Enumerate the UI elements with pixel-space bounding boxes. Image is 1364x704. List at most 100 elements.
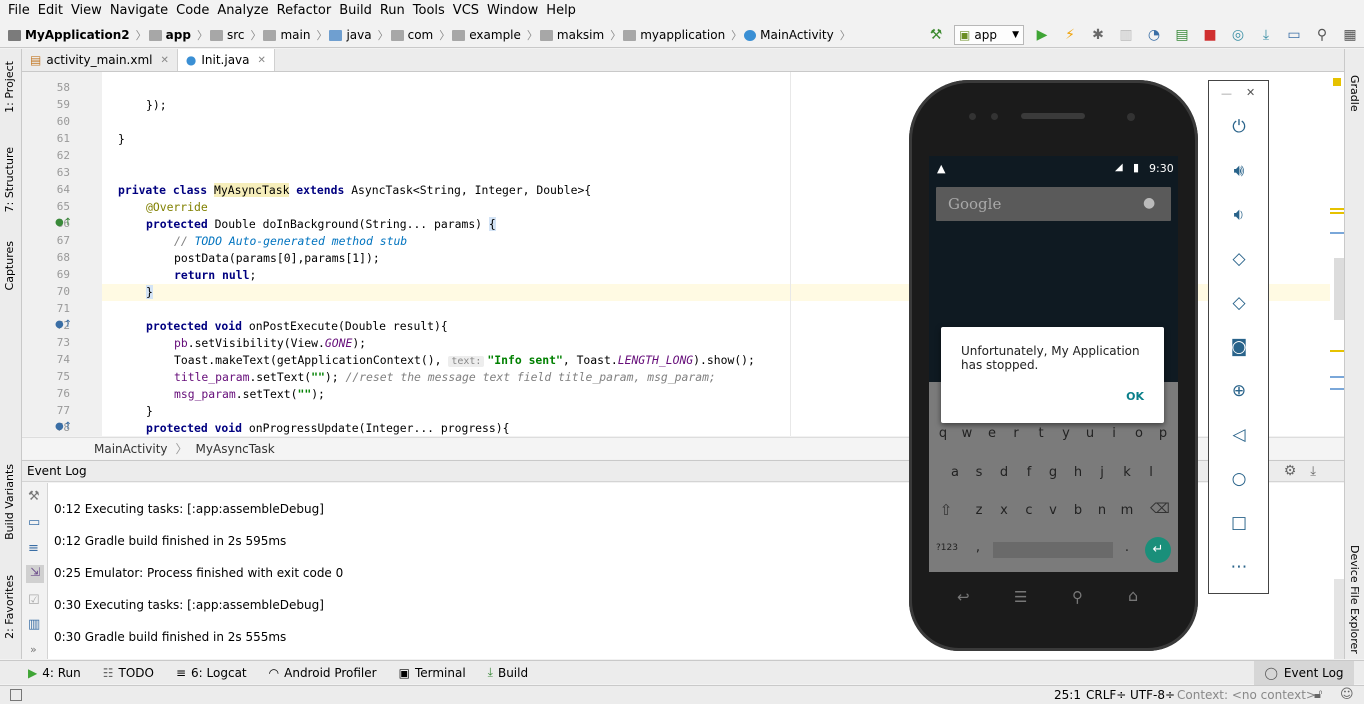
run-config-select[interactable]: ▣ app ▼ — [954, 25, 1024, 45]
rotate-left-icon[interactable]: ◇ — [1227, 247, 1251, 271]
zoom-icon[interactable]: ⊕ — [1227, 379, 1251, 403]
dialog-ok-button[interactable]: OK — [1126, 390, 1144, 403]
structure-tool-tab[interactable]: 7: Structure — [3, 147, 16, 212]
terminal-tool-button[interactable]: ▣ Terminal — [399, 666, 466, 680]
shift-key[interactable]: ⇧ — [935, 501, 957, 519]
more-icon[interactable]: ⋯ — [1227, 555, 1251, 579]
line-separator[interactable]: CRLF÷ — [1086, 688, 1126, 702]
menu-view[interactable]: View — [67, 0, 106, 22]
key-c[interactable]: c — [1018, 503, 1040, 518]
menu-icon[interactable]: ☰ — [1014, 588, 1027, 606]
key-t[interactable]: t — [1030, 426, 1052, 441]
gradle-tool-tab[interactable]: Gradle — [1348, 75, 1361, 112]
menu-edit[interactable]: Edit — [34, 0, 67, 22]
todo-tool-button[interactable]: ☷ TODO — [103, 666, 154, 680]
gear-icon[interactable]: ⚙ — [1284, 463, 1297, 479]
menu-build[interactable]: Build — [335, 0, 376, 22]
breadcrumb-mainactivity[interactable]: MainActivity — [94, 442, 168, 456]
override-marker-icon[interactable]: ●↑ — [55, 421, 72, 432]
key-x[interactable]: x — [993, 503, 1015, 518]
key-z[interactable]: z — [968, 503, 990, 518]
menu-refactor[interactable]: Refactor — [273, 0, 336, 22]
notifications-icon[interactable]: ☺ — [1340, 687, 1354, 702]
breadcrumb-mainactivity[interactable]: MainActivity 〉 — [744, 27, 851, 43]
home-icon[interactable]: ○ — [1227, 467, 1251, 491]
key-v[interactable]: v — [1042, 503, 1064, 518]
sync-icon[interactable]: ◎ — [1226, 24, 1250, 46]
build-variants-tool-tab[interactable]: Build Variants — [3, 464, 16, 540]
breadcrumb-myasynctask[interactable]: MyAsyncTask — [196, 442, 275, 456]
logcat-tool-button[interactable]: ≡ 6: Logcat — [176, 666, 247, 680]
key-n[interactable]: n — [1091, 503, 1113, 518]
key-g[interactable]: g — [1042, 465, 1064, 480]
menu-navigate[interactable]: Navigate — [106, 0, 172, 22]
backspace-key[interactable]: ⌫ — [1149, 501, 1171, 517]
key-s[interactable]: s — [968, 465, 990, 480]
caret-position[interactable]: 25:1 — [1054, 688, 1081, 702]
key-f[interactable]: f — [1018, 465, 1040, 480]
key-r[interactable]: r — [1005, 426, 1027, 441]
home-icon[interactable]: ⌂ — [1128, 586, 1138, 605]
override-marker-icon[interactable]: ●↑ — [55, 217, 72, 228]
key-q[interactable]: q — [932, 426, 954, 441]
key-y[interactable]: y — [1055, 426, 1077, 441]
device-file-explorer-tool-tab[interactable]: Device File Explorer — [1348, 545, 1361, 654]
breadcrumb-com[interactable]: com 〉 — [390, 27, 450, 43]
captures-tool-tab[interactable]: Captures — [3, 241, 16, 290]
volume-up-icon[interactable]: 🔊︎ — [1227, 159, 1251, 183]
tab-activity-main-xml[interactable]: ▤ activity_main.xml ✕ — [22, 49, 178, 71]
rotate-right-icon[interactable]: ◇ — [1227, 291, 1251, 315]
scroll-to-end-icon[interactable]: ⇲ — [26, 565, 44, 583]
run-icon[interactable]: ▶ — [1030, 24, 1054, 46]
period-key[interactable]: . — [1116, 540, 1138, 555]
breadcrumb-java[interactable]: java 〉 — [329, 27, 389, 43]
comma-key[interactable]: , — [967, 540, 989, 555]
key-j[interactable]: j — [1091, 465, 1113, 480]
enter-key[interactable]: ↵ — [1145, 537, 1171, 563]
warning-indicator[interactable] — [1333, 78, 1341, 86]
tool-window-toggle-icon[interactable] — [10, 689, 22, 701]
key-o[interactable]: o — [1128, 426, 1150, 441]
editor-error-stripe[interactable] — [1330, 72, 1344, 436]
key-l[interactable]: l — [1140, 465, 1162, 480]
split-icon[interactable]: ▦ — [1338, 24, 1362, 46]
space-key[interactable] — [993, 542, 1113, 558]
favorites-tool-tab[interactable]: 2: Favorites — [3, 575, 16, 639]
hide-icon[interactable]: ⤓ — [1310, 464, 1316, 479]
minimize-icon[interactable]: — — [1221, 87, 1232, 100]
lock-icon[interactable]: 🔓︎ — [1314, 687, 1322, 702]
key-b[interactable]: b — [1067, 503, 1089, 518]
menu-file[interactable]: File — [4, 0, 34, 22]
wrap-icon[interactable]: ≡ — [28, 541, 39, 556]
profiler-tool-button[interactable]: ◠ Android Profiler — [269, 666, 377, 680]
back-icon[interactable]: ◁ — [1227, 423, 1251, 447]
attach-debugger-icon[interactable]: ▤ — [1170, 24, 1194, 46]
file-encoding[interactable]: UTF-8÷ — [1130, 688, 1175, 702]
menu-vcs[interactable]: VCS — [449, 0, 483, 22]
key-w[interactable]: w — [956, 426, 978, 441]
key-d[interactable]: d — [993, 465, 1015, 480]
breadcrumb-example[interactable]: example 〉 — [452, 27, 538, 43]
project-tool-tab[interactable]: 1: Project — [3, 61, 16, 113]
event-log-tool-button[interactable]: ◯ Event Log — [1254, 661, 1354, 685]
volume-down-icon[interactable]: 🔉︎ — [1227, 203, 1251, 227]
microphone-icon[interactable]: ● — [1143, 195, 1155, 211]
power-icon[interactable]: ⏻ — [1227, 115, 1251, 139]
settings-icon[interactable]: ⚒ — [28, 489, 40, 504]
stop-icon[interactable]: ■ — [1198, 24, 1222, 46]
key-p[interactable]: p — [1152, 426, 1174, 441]
key-k[interactable]: k — [1116, 465, 1138, 480]
breadcrumb-main[interactable]: main 〉 — [263, 27, 327, 43]
symbols-key[interactable]: ?123 — [934, 543, 960, 553]
avd-manager-icon[interactable]: ▭ — [1282, 24, 1306, 46]
menu-tools[interactable]: Tools — [409, 0, 449, 22]
balloon-icon[interactable]: ▭ — [28, 515, 40, 530]
breadcrumb-maksim[interactable]: maksim 〉 — [539, 27, 621, 43]
emulator-screen[interactable]: ▲ ◢ ▮ 9:30 Google ● q w e r t y u i o p … — [929, 156, 1178, 572]
google-search-widget[interactable]: Google ● — [936, 187, 1171, 221]
overview-icon[interactable]: □ — [1227, 511, 1251, 535]
breadcrumb-src[interactable]: src 〉 — [209, 27, 261, 43]
more-icon[interactable]: » — [30, 643, 37, 656]
search-icon[interactable]: ⚲ — [1310, 24, 1334, 46]
tab-init-java[interactable]: ● Init.java ✕ — [177, 49, 275, 71]
